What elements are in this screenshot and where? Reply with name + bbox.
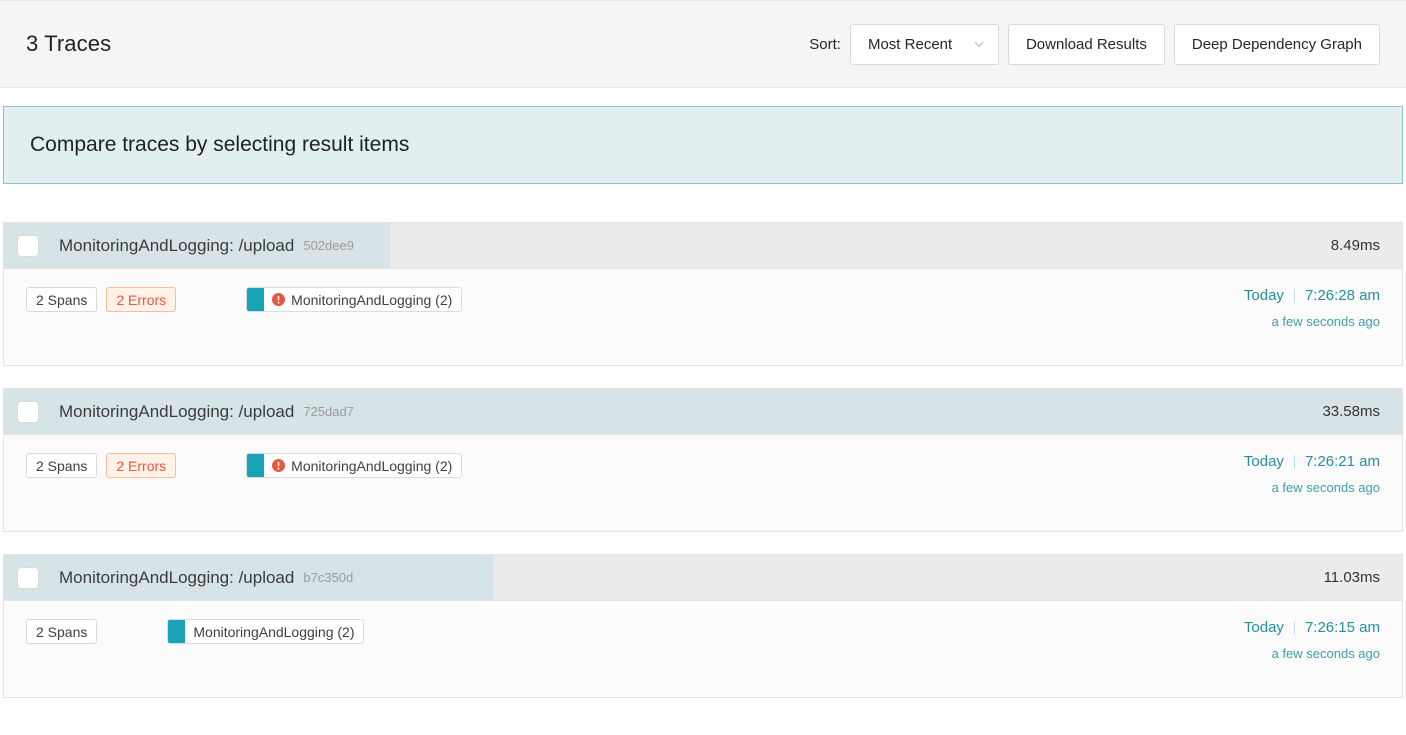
timestamp-divider [1294, 455, 1295, 469]
error-icon [272, 459, 285, 472]
trace-badges: 2 Spans 2 Errors [26, 449, 176, 478]
trace-id: b7c350d [303, 570, 353, 585]
sort-select-value: Most Recent [868, 36, 952, 53]
service-badge-label-wrap: MonitoringAndLogging (2) [185, 620, 363, 643]
trace-name: MonitoringAndLogging: /upload [59, 402, 294, 422]
timestamp-divider [1294, 289, 1295, 303]
trace-results-list: MonitoringAndLogging: /upload 502dee9 8.49… [0, 222, 1406, 698]
trace-timestamp: Today 7:26:15 am a few seconds ago [1244, 615, 1380, 661]
header-actions: Sort: Most Recent Download Results Deep … [809, 24, 1380, 65]
page-title: 3 Traces [26, 31, 111, 57]
trace-header[interactable]: MonitoringAndLogging: /upload 725dad7 33.5… [4, 389, 1402, 435]
trace-time: 7:26:28 am [1305, 287, 1380, 304]
service-badge-label-wrap: MonitoringAndLogging (2) [264, 288, 461, 311]
trace-select-checkbox[interactable] [17, 567, 39, 589]
service-badges: MonitoringAndLogging (2) [246, 449, 462, 482]
service-color-swatch [247, 288, 264, 311]
chevron-down-icon [973, 38, 985, 50]
spans-badge: 2 Spans [26, 619, 97, 644]
trace-result-item[interactable]: MonitoringAndLogging: /upload 725dad7 33.5… [3, 388, 1403, 532]
service-color-swatch [247, 454, 264, 477]
deep-dependency-graph-button[interactable]: Deep Dependency Graph [1174, 24, 1380, 65]
sort-select[interactable]: Most Recent [850, 24, 999, 65]
service-badge: MonitoringAndLogging (2) [246, 453, 462, 478]
service-badge: MonitoringAndLogging (2) [246, 287, 462, 312]
trace-body: 2 Spans 2 Errors MonitoringAndLogging (2) T… [4, 435, 1402, 531]
service-badge-label: MonitoringAndLogging (2) [193, 624, 354, 640]
trace-header[interactable]: MonitoringAndLogging: /upload b7c350d 11.0… [4, 555, 1402, 601]
service-badges: MonitoringAndLogging (2) [167, 615, 364, 648]
error-icon [272, 293, 285, 306]
errors-badge: 2 Errors [106, 453, 176, 478]
results-header: 3 Traces Sort: Most Recent Download Resu… [0, 0, 1406, 88]
service-color-swatch [168, 620, 185, 643]
download-results-button[interactable]: Download Results [1008, 24, 1165, 65]
trace-body: 2 Spans MonitoringAndLogging (2) Today 7:26… [4, 601, 1402, 697]
service-badge: MonitoringAndLogging (2) [167, 619, 364, 644]
trace-timestamp: Today 7:26:28 am a few seconds ago [1244, 283, 1380, 329]
trace-id: 502dee9 [303, 238, 354, 253]
trace-name: MonitoringAndLogging: /upload [59, 236, 294, 256]
trace-id: 725dad7 [303, 404, 354, 419]
trace-relative-time: a few seconds ago [1244, 314, 1380, 329]
trace-name: MonitoringAndLogging: /upload [59, 568, 294, 588]
trace-badges: 2 Spans 2 Errors [26, 283, 176, 312]
trace-select-checkbox[interactable] [17, 401, 39, 423]
service-badge-label: MonitoringAndLogging (2) [291, 458, 452, 474]
sort-label: Sort: [809, 36, 841, 53]
trace-duration: 8.49ms [1331, 237, 1380, 254]
trace-time: 7:26:15 am [1305, 619, 1380, 636]
trace-timestamp: Today 7:26:21 am a few seconds ago [1244, 449, 1380, 495]
service-badge-label-wrap: MonitoringAndLogging (2) [264, 454, 461, 477]
trace-header[interactable]: MonitoringAndLogging: /upload 502dee9 8.49… [4, 223, 1402, 269]
spans-badge: 2 Spans [26, 287, 97, 312]
trace-badges: 2 Spans [26, 615, 97, 644]
errors-badge: 2 Errors [106, 287, 176, 312]
trace-time: 7:26:21 am [1305, 453, 1380, 470]
trace-duration: 11.03ms [1324, 569, 1380, 586]
trace-day: Today [1244, 287, 1284, 304]
trace-result-item[interactable]: MonitoringAndLogging: /upload 502dee9 8.49… [3, 222, 1403, 366]
spans-badge: 2 Spans [26, 453, 97, 478]
trace-result-item[interactable]: MonitoringAndLogging: /upload b7c350d 11.0… [3, 554, 1403, 698]
timestamp-divider [1294, 621, 1295, 635]
trace-day: Today [1244, 453, 1284, 470]
trace-body: 2 Spans 2 Errors MonitoringAndLogging (2) T… [4, 269, 1402, 365]
service-badge-label: MonitoringAndLogging (2) [291, 292, 452, 308]
compare-traces-text: Compare traces by selecting result items [30, 133, 409, 157]
compare-traces-banner: Compare traces by selecting result items [3, 106, 1403, 184]
trace-relative-time: a few seconds ago [1244, 646, 1380, 661]
trace-relative-time: a few seconds ago [1244, 480, 1380, 495]
trace-select-checkbox[interactable] [17, 235, 39, 257]
service-badges: MonitoringAndLogging (2) [246, 283, 462, 316]
trace-duration: 33.58ms [1322, 403, 1380, 420]
trace-day: Today [1244, 619, 1284, 636]
